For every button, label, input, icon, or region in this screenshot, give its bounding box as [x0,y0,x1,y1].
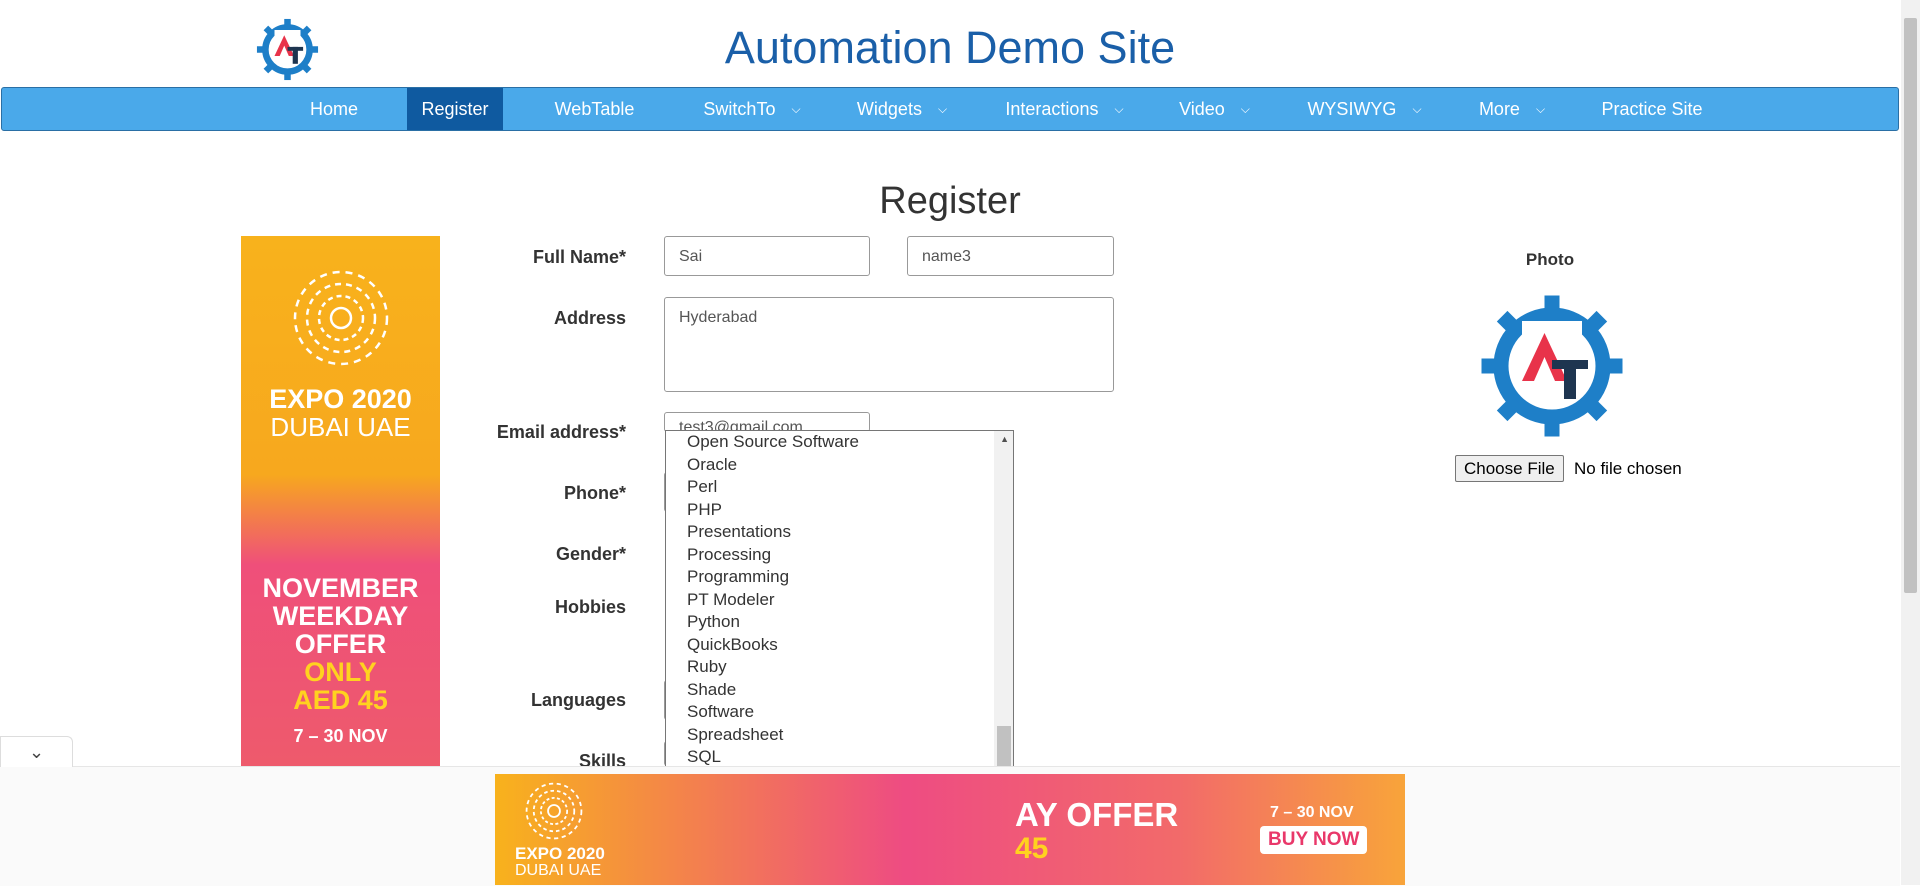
nav-switchto[interactable]: SwitchTo ⌵ [692,88,812,130]
nav-interactions-label: Interactions [1005,99,1099,119]
bottom-ad-dates: 7 – 30 NOV [1270,804,1354,821]
choose-file-button[interactable]: Choose File [1455,455,1564,482]
buy-now-button[interactable]: BUY NOW [1260,826,1368,854]
nav-webtable-label: WebTable [554,99,635,119]
bottom-ad-offer: AY OFFER [1015,796,1179,833]
ad-offer-line-3: OFFER [294,629,387,659]
page-heading: Register [879,180,1021,222]
dropdown-option[interactable]: PT Modeler [666,589,994,612]
dropdown-option[interactable]: Perl [666,476,994,499]
email-label: Email address* [496,422,626,442]
chevron-down-icon: ⌵ [1114,102,1124,116]
chevron-down-icon: ⌵ [1412,102,1422,116]
dropdown-option[interactable]: Presentations [666,521,994,544]
dropdown-option[interactable]: Programming [666,566,994,589]
bottom-advertisement[interactable]: EXPO 2020 DUBAI UAE AY OFFER 45 7 – 30 N… [495,774,1405,885]
nav-interactions[interactable]: Interactions ⌵ [997,88,1132,130]
nav-wysiwyg-label: WYSIWYG [1307,99,1397,119]
nav-practice-site[interactable]: Practice Site [1592,88,1712,130]
dropdown-option[interactable]: QuickBooks [666,634,994,657]
dropdown-option[interactable]: Python [666,611,994,634]
ad-dates-text: 7 – 30 NOV [293,726,388,746]
nav-video-label: Video [1179,99,1225,119]
nav-widgets-label: Widgets [856,99,922,119]
ad-only-text: ONLY [304,657,377,687]
photo-preview-logo [1481,295,1623,437]
dropdown-option[interactable]: Oracle [666,454,994,477]
chevron-down-icon: ⌵ [791,102,801,116]
first-name-input[interactable]: Sai [664,236,870,276]
chevron-down-icon: ⌄ [28,742,45,762]
chevron-down-icon: ⌵ [1240,102,1250,116]
nav-home[interactable]: Home [299,88,369,130]
nav-home-label: Home [309,99,358,119]
nav-widgets[interactable]: Widgets ⌵ [847,88,957,130]
dropdown-option[interactable]: Software [666,701,994,724]
address-label: Address [553,308,626,328]
nav-wysiwyg[interactable]: WYSIWYG ⌵ [1302,88,1427,130]
expo-logo-icon [525,782,583,840]
dropdown-option[interactable]: Ruby [666,656,994,679]
bottom-ad-expo: EXPO 2020 [515,844,605,863]
gender-label: Gender* [555,544,626,564]
phone-label: Phone* [563,483,626,503]
last-name-input[interactable]: name3 [907,236,1114,276]
nav-register-label: Register [421,99,489,119]
email-input[interactable]: test3@gmail.com [664,412,870,432]
chevron-down-icon: ⌵ [1535,102,1546,116]
page-scrollbar[interactable] [1901,0,1920,885]
nav-video[interactable]: Video ⌵ [1167,88,1262,130]
nav-register[interactable]: Register [407,88,503,130]
collapse-ad-button[interactable]: ⌄ [0,736,73,767]
address-textarea[interactable]: Hyderabad [664,297,1114,392]
full-name-label: Full Name* [532,247,626,267]
photo-label: Photo [1525,250,1575,269]
languages-label: Languages [530,690,626,710]
scroll-up-arrow-icon[interactable]: ▲ [1000,434,1009,444]
nav-more-label: More [1478,99,1520,119]
bottom-ad-dubai: DUBAI UAE [515,862,602,879]
nav-practice-site-label: Practice Site [1601,99,1703,119]
dropdown-option[interactable]: Open Source Software [666,431,994,454]
dropdown-option[interactable]: PHP [666,499,994,522]
bottom-ad-price: 45 [1015,832,1049,865]
dropdown-option[interactable]: Shade [666,679,994,702]
page-scroll-thumb[interactable] [1904,18,1917,593]
main-navbar: Home Register WebTable SwitchTo ⌵ Widgets… [1,87,1899,131]
nav-webtable[interactable]: WebTable [547,88,642,130]
ad-expo-text: EXPO 2020 [269,384,412,414]
nav-switchto-label: SwitchTo [703,99,776,119]
nav-more[interactable]: More ⌵ [1467,88,1557,130]
chevron-down-icon: ⌵ [937,102,948,116]
hobbies-label: Hobbies [554,597,626,617]
dropdown-option[interactable]: Spreadsheet [666,724,994,747]
site-title: Automation Demo Site [724,22,1176,73]
dropdown-option[interactable]: Processing [666,544,994,567]
file-status-text: No file chosen [1574,459,1682,478]
